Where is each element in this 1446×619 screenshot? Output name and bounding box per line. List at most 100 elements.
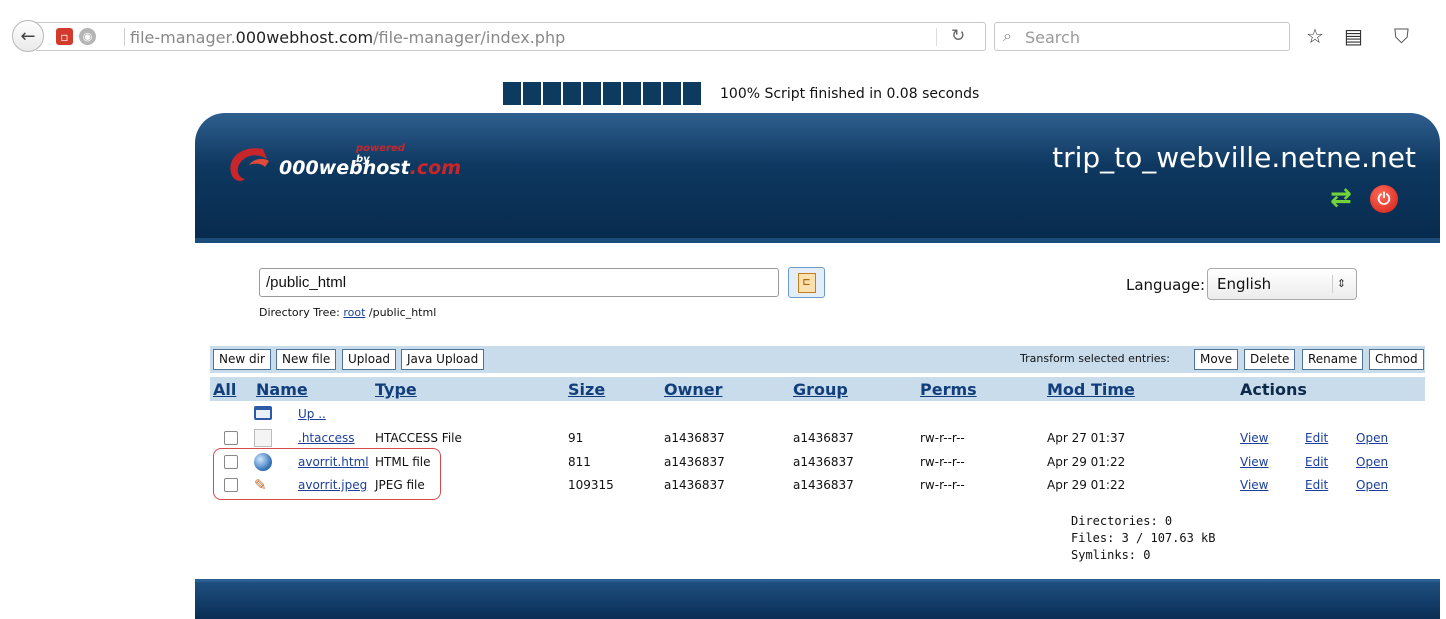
view-link[interactable]: View — [1240, 431, 1268, 445]
refresh-icon[interactable]: ⇄ — [1330, 183, 1360, 213]
transform-label: Transform selected entries: — [1020, 352, 1170, 365]
delete-button[interactable]: Delete — [1244, 349, 1296, 370]
progress-segment — [623, 82, 641, 105]
language-select[interactable]: English ⇕ — [1207, 268, 1357, 300]
panel-header-edge — [195, 238, 1440, 243]
row-checkbox[interactable] — [224, 431, 238, 445]
summary-symlinks: Symlinks: 0 — [1071, 548, 1151, 562]
chmod-button[interactable]: Chmod — [1369, 349, 1424, 370]
file-group: a1436837 — [793, 455, 854, 469]
logo-brand-text: 000webhost — [279, 157, 410, 179]
reload-separator — [936, 28, 937, 46]
progress-segment — [663, 82, 681, 105]
file-size: 109315 — [568, 478, 614, 492]
progress-label: 100% Script finished in 0.08 seconds — [720, 86, 980, 102]
bookmark-star-icon[interactable]: ☆ — [1306, 24, 1324, 48]
progress-segment — [603, 82, 621, 105]
sort-size-link[interactable]: Size — [568, 380, 605, 399]
file-mod-time: Apr 27 01:37 — [1047, 431, 1126, 445]
language-selected-value: English — [1217, 275, 1272, 293]
open-link[interactable]: Open — [1356, 478, 1388, 492]
directory-tree-breadcrumb: Directory Tree: root /public_html — [259, 306, 436, 319]
browser-search-input[interactable]: ⌕ Search — [994, 22, 1290, 51]
progress-bar — [503, 82, 701, 105]
open-link[interactable]: Open — [1356, 455, 1388, 469]
file-table-header: All Name Type Size Owner Group Perms Mod… — [210, 377, 1425, 401]
file-owner: a1436837 — [664, 431, 725, 445]
url-bar[interactable]: ▫ ◉ file-manager.000webhost.com/file-man… — [36, 22, 986, 51]
sort-perms-link[interactable]: Perms — [920, 380, 977, 399]
open-link[interactable]: Open — [1356, 431, 1388, 445]
file-size: 91 — [568, 431, 584, 445]
file-name-link[interactable]: .htaccess — [298, 431, 355, 445]
file-owner: a1436837 — [664, 478, 725, 492]
directory-tree-button[interactable]: ⊏ — [788, 267, 825, 298]
folder-icon — [254, 406, 272, 420]
reading-list-icon[interactable]: ▤ — [1344, 24, 1363, 48]
logo-swirl-icon — [230, 148, 269, 181]
back-arrow-icon: ← — [20, 25, 36, 47]
move-button[interactable]: Move — [1194, 349, 1239, 370]
edit-link[interactable]: Edit — [1305, 431, 1328, 445]
logout-power-icon[interactable]: ⏻ — [1370, 185, 1398, 213]
directory-tree-label: Directory Tree: — [259, 306, 340, 319]
file-type: HTACCESS File — [375, 431, 462, 445]
search-placeholder: Search — [1025, 28, 1080, 47]
sort-owner-link[interactable]: Owner — [664, 380, 723, 399]
edit-link[interactable]: Edit — [1305, 478, 1328, 492]
select-all-link[interactable]: All — [213, 380, 236, 399]
browser-toolbar: ▫ ◉ file-manager.000webhost.com/file-man… — [0, 0, 1446, 64]
file-mod-time: Apr 29 01:22 — [1047, 478, 1126, 492]
new-dir-button[interactable]: New dir — [213, 349, 271, 370]
view-link[interactable]: View — [1240, 478, 1268, 492]
rename-button[interactable]: Rename — [1302, 349, 1364, 370]
site-identity-icon[interactable]: ▫ — [56, 28, 73, 45]
file-mod-time: Apr 29 01:22 — [1047, 455, 1126, 469]
logo-tld-text: .com — [409, 157, 462, 179]
view-link[interactable]: View — [1240, 455, 1268, 469]
sort-group-link[interactable]: Group — [793, 380, 848, 399]
new-file-button[interactable]: New file — [276, 349, 337, 370]
edit-link[interactable]: Edit — [1305, 455, 1328, 469]
url-text[interactable]: file-manager.000webhost.com/file-manager… — [130, 28, 565, 47]
actions-header: Actions — [1240, 380, 1307, 399]
pocket-icon[interactable]: ⛉ — [1394, 24, 1409, 48]
reload-icon[interactable]: ↻ — [951, 26, 965, 46]
sort-type-link[interactable]: Type — [375, 380, 417, 399]
progress-segment — [683, 82, 701, 105]
progress-segment — [523, 82, 541, 105]
java-upload-button[interactable]: Java Upload — [401, 349, 485, 370]
logo-wordmark: 000webhost.com — [279, 157, 461, 179]
progress-segment — [583, 82, 601, 105]
progress-segment — [643, 82, 661, 105]
progress-segment — [543, 82, 561, 105]
upload-button[interactable]: Upload — [342, 349, 397, 370]
language-label: Language: — [1126, 276, 1206, 294]
directory-tree-icon: ⊏ — [797, 272, 816, 293]
up-row: Up .. — [210, 403, 1425, 425]
select-arrows-icon: ⇕ — [1332, 275, 1350, 293]
table-row: .htaccess HTACCESS File 91 a1436837 a143… — [210, 427, 1425, 449]
file-toolbar: New dir New file Upload Java Upload Tran… — [210, 346, 1425, 373]
file-group: a1436837 — [793, 478, 854, 492]
directory-tree-path: /public_html — [368, 306, 437, 319]
back-button[interactable]: ← — [12, 20, 44, 52]
url-prefix: file-manager. — [130, 28, 236, 47]
sort-name-link[interactable]: Name — [256, 380, 308, 399]
file-owner: a1436837 — [664, 455, 725, 469]
up-directory-link[interactable]: Up .. — [298, 407, 326, 421]
directory-tree-root-link[interactable]: root — [343, 306, 365, 319]
file-perms: rw-r--r-- — [920, 455, 965, 469]
url-domain: 000webhost.com — [235, 28, 374, 47]
url-separator — [124, 28, 125, 46]
search-icon: ⌕ — [1003, 26, 1012, 45]
summary-files: Files: 3 / 107.63 kB — [1071, 531, 1216, 545]
directory-path-input[interactable] — [259, 268, 779, 297]
sort-modtime-link[interactable]: Mod Time — [1047, 380, 1135, 399]
site-title: trip_to_webville.netne.net — [1052, 141, 1416, 174]
file-size: 811 — [568, 455, 591, 469]
directory-summary: Directories: 0 Files: 3 / 107.63 kB Syml… — [1071, 513, 1216, 564]
file-manager-panel: powered by 000webhost.com trip_to_webvil… — [195, 113, 1440, 619]
file-group: a1436837 — [793, 431, 854, 445]
progress-segment — [503, 82, 521, 105]
